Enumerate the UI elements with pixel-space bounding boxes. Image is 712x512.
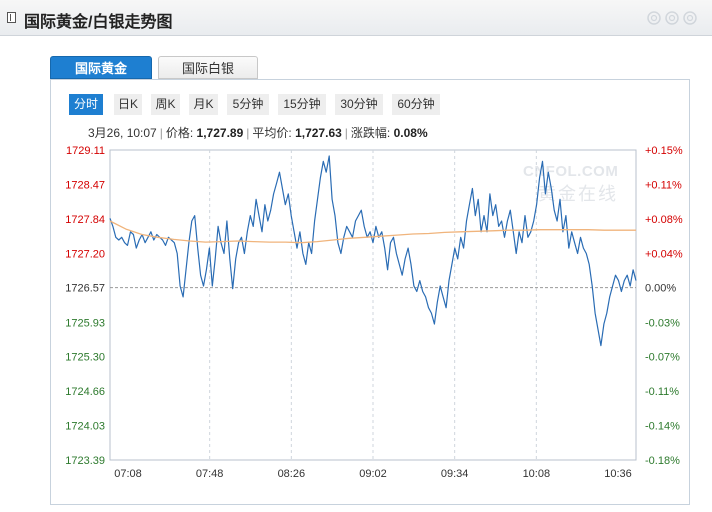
y-tick-label-left: 1729.11 — [66, 145, 105, 157]
x-tick-label: 10:36 — [604, 468, 632, 480]
y-tick-label-right: -0.11% — [645, 386, 679, 398]
y-tick-label-left: 1725.93 — [65, 317, 105, 329]
x-tick-label: 08:26 — [278, 468, 306, 480]
x-tick-label: 09:02 — [359, 468, 387, 480]
y-tick-label-left: 1724.66 — [65, 386, 105, 398]
price-line — [109, 155, 637, 347]
y-tick-label-right: -0.03% — [645, 317, 680, 329]
y-tick-label-left: 1726.57 — [65, 283, 105, 295]
price-chart: 1729.11 +0.15% 1728.47 +0.11% 1727.84 +0.08% 1… — [65, 145, 683, 480]
x-tick-label: 09:34 — [441, 468, 469, 480]
y-tick-label-left: 1725.30 — [65, 351, 105, 363]
y-tick-label-right: +0.04% — [645, 249, 683, 261]
y-tick-label-right: 0.00% — [645, 283, 676, 295]
y-tick-label-right: +0.15% — [645, 145, 683, 157]
y-tick-label-right: -0.14% — [645, 420, 680, 432]
x-tick-label: 10:08 — [523, 468, 551, 480]
y-tick-label-left: 1728.47 — [65, 180, 105, 192]
y-tick-label-right: +0.11% — [645, 180, 682, 192]
y-tick-label-left: 1723.39 — [65, 455, 105, 467]
y-tick-label-left: 1724.03 — [65, 420, 105, 432]
y-tick-label-left: 1727.20 — [65, 249, 105, 261]
x-tick-label: 07:48 — [196, 468, 224, 480]
y-tick-label-left: 1727.84 — [65, 214, 105, 226]
plot-area — [109, 149, 637, 461]
y-tick-label-right: -0.18% — [645, 455, 680, 467]
y-tick-label-right: -0.07% — [645, 351, 680, 363]
y-tick-label-right: +0.08% — [645, 214, 683, 226]
x-tick-label: 07:08 — [114, 468, 142, 480]
